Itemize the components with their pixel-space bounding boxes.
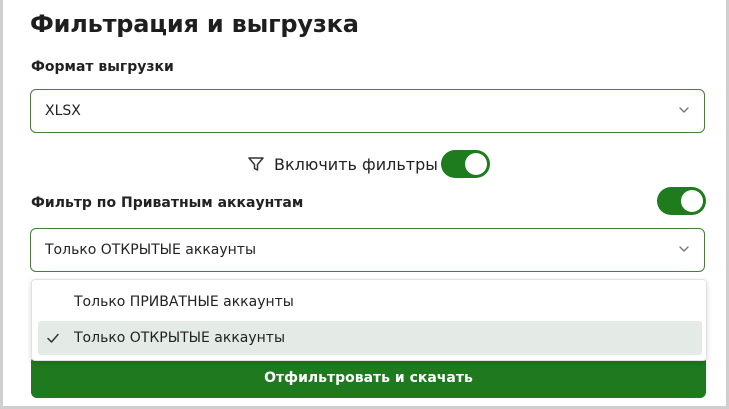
chevron-down-icon xyxy=(679,246,689,252)
export-format-value: XLSX xyxy=(45,103,81,119)
filter-and-download-button[interactable]: Отфильтровать и скачать xyxy=(31,356,706,398)
option-label: Только ПРИВАТНЫЕ аккаунты xyxy=(74,294,294,310)
private-filter-dropdown: Только ПРИВАТНЫЕ аккаунты Только ОТКРЫТЫ… xyxy=(31,279,707,361)
private-filter-toggle[interactable] xyxy=(657,187,706,215)
private-filter-value: Только ОТКРЫТЫЕ аккаунты xyxy=(45,242,257,258)
toggle-knob xyxy=(465,153,487,175)
option-private-only[interactable]: Только ПРИВАТНЫЕ аккаунты xyxy=(38,285,702,319)
filter-export-panel: Фильтрация и выгрузка Формат выгрузки XL… xyxy=(0,0,729,409)
private-filter-label: Фильтр по Приватным аккаунтам xyxy=(31,195,304,211)
export-format-label: Формат выгрузки xyxy=(31,59,174,75)
enable-filters-toggle[interactable] xyxy=(441,150,490,178)
export-format-select[interactable]: XLSX xyxy=(30,89,705,133)
panel-title: Фильтрация и выгрузка xyxy=(30,10,359,38)
check-icon xyxy=(47,333,59,343)
filter-funnel-icon xyxy=(248,157,264,171)
toggle-knob xyxy=(681,190,703,212)
private-filter-select[interactable]: Только ОТКРЫТЫЕ аккаунты xyxy=(30,228,705,272)
option-label: Только ОТКРЫТЫЕ аккаунты xyxy=(74,330,286,346)
enable-filters-row: Включить фильтры xyxy=(247,150,438,178)
enable-filters-label: Включить фильтры xyxy=(274,154,438,174)
chevron-down-icon xyxy=(679,107,689,113)
option-open-only[interactable]: Только ОТКРЫТЫЕ аккаунты xyxy=(38,321,702,355)
